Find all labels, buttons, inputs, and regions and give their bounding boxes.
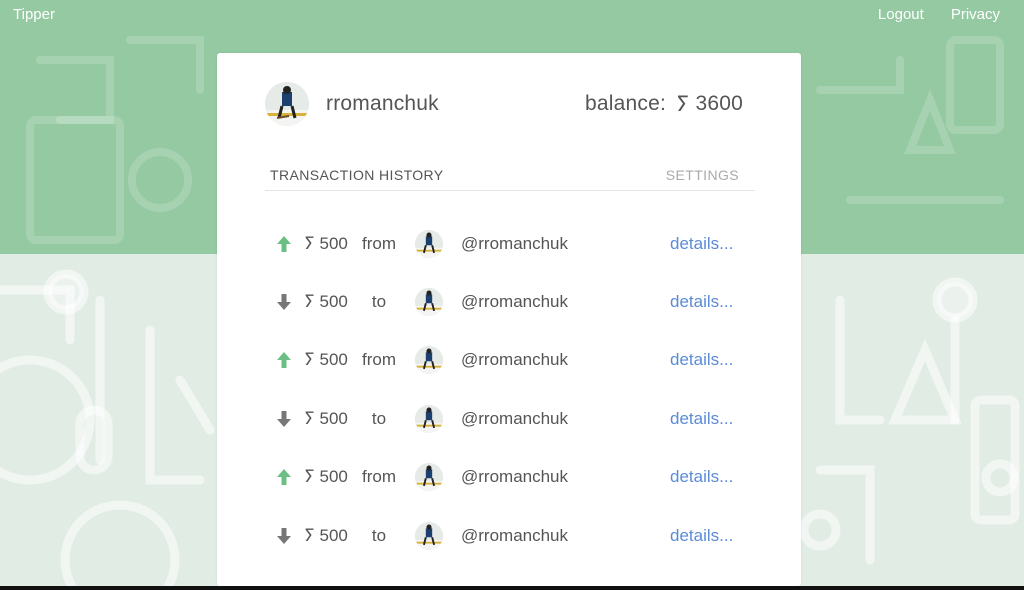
avatar[interactable]	[415, 346, 443, 374]
avatar[interactable]	[415, 288, 443, 316]
currency-symbol: ⵢ	[304, 292, 315, 311]
details-link[interactable]: details...	[670, 350, 733, 370]
avatar[interactable]	[415, 230, 443, 258]
transaction-row: ⵢ 500 from @rromanchuk details...	[217, 462, 801, 492]
currency-symbol: ⵢ	[304, 526, 315, 545]
card-tabs: TRANSACTION HISTORY SETTINGS	[265, 166, 755, 191]
username: rromanchuk	[326, 92, 439, 115]
transaction-row: ⵢ 500 to @rromanchuk details...	[217, 404, 801, 434]
transaction-user[interactable]: @rromanchuk	[461, 409, 568, 429]
transaction-row: ⵢ 500 to @rromanchuk details...	[217, 287, 801, 317]
balance-display: balance: ⵢ 3600	[585, 92, 743, 117]
transaction-direction: from	[362, 350, 396, 369]
transaction-amount: ⵢ 500	[304, 409, 348, 429]
top-nav: Logout Privacy	[878, 6, 1000, 23]
transaction-amount: ⵢ 500	[304, 292, 348, 312]
arrow-down-icon	[276, 293, 292, 311]
arrow-down-icon	[276, 527, 292, 545]
amount-value: 500	[319, 292, 348, 311]
balance-label: balance:	[585, 91, 666, 115]
transaction-user[interactable]: @rromanchuk	[461, 350, 568, 370]
balance-currency: ⵢ	[676, 92, 690, 116]
details-link[interactable]: details...	[670, 467, 733, 487]
tab-settings[interactable]: SETTINGS	[666, 167, 739, 183]
amount-value: 500	[319, 526, 348, 545]
arrow-up-icon	[276, 235, 292, 253]
transaction-user[interactable]: @rromanchuk	[461, 234, 568, 254]
amount-value: 500	[319, 234, 348, 253]
transaction-amount: ⵢ 500	[304, 234, 348, 254]
details-link[interactable]: details...	[670, 409, 733, 429]
transaction-direction: to	[371, 526, 387, 545]
arrow-up-icon	[276, 351, 292, 369]
transaction-row: ⵢ 500 from @rromanchuk details...	[217, 345, 801, 375]
avatar[interactable]	[415, 463, 443, 491]
balance-amount: 3600	[695, 91, 743, 115]
amount-value: 500	[319, 467, 348, 486]
tab-transaction-history[interactable]: TRANSACTION HISTORY	[270, 167, 444, 183]
transaction-direction: from	[362, 234, 396, 253]
arrow-down-icon	[276, 410, 292, 428]
currency-symbol: ⵢ	[304, 409, 315, 428]
currency-symbol: ⵢ	[304, 350, 315, 369]
arrow-up-icon	[276, 468, 292, 486]
avatar[interactable]	[265, 82, 309, 126]
avatar[interactable]	[415, 405, 443, 433]
logout-link[interactable]: Logout	[878, 6, 924, 23]
transaction-user[interactable]: @rromanchuk	[461, 526, 568, 546]
brand-link[interactable]: Tipper	[13, 6, 55, 23]
transaction-user[interactable]: @rromanchuk	[461, 292, 568, 312]
currency-symbol: ⵢ	[304, 467, 315, 486]
transaction-direction: to	[371, 292, 387, 311]
profile-header: rromanchuk balance: ⵢ 3600	[265, 82, 743, 126]
transaction-amount: ⵢ 500	[304, 526, 348, 546]
transaction-user[interactable]: @rromanchuk	[461, 467, 568, 487]
transaction-row: ⵢ 500 from @rromanchuk details...	[217, 229, 801, 259]
window-bottom-edge	[0, 586, 1024, 590]
transaction-amount: ⵢ 500	[304, 467, 348, 487]
transaction-direction: from	[362, 467, 396, 486]
transaction-direction: to	[371, 409, 387, 428]
details-link[interactable]: details...	[670, 234, 733, 254]
transaction-amount: ⵢ 500	[304, 350, 348, 370]
details-link[interactable]: details...	[670, 526, 733, 546]
amount-value: 500	[319, 409, 348, 428]
transaction-row: ⵢ 500 to @rromanchuk details...	[217, 521, 801, 551]
currency-symbol: ⵢ	[304, 234, 315, 253]
privacy-link[interactable]: Privacy	[951, 6, 1000, 23]
details-link[interactable]: details...	[670, 292, 733, 312]
amount-value: 500	[319, 350, 348, 369]
account-card: rromanchuk balance: ⵢ 3600 TRANSACTION H…	[217, 53, 801, 586]
avatar[interactable]	[415, 522, 443, 550]
